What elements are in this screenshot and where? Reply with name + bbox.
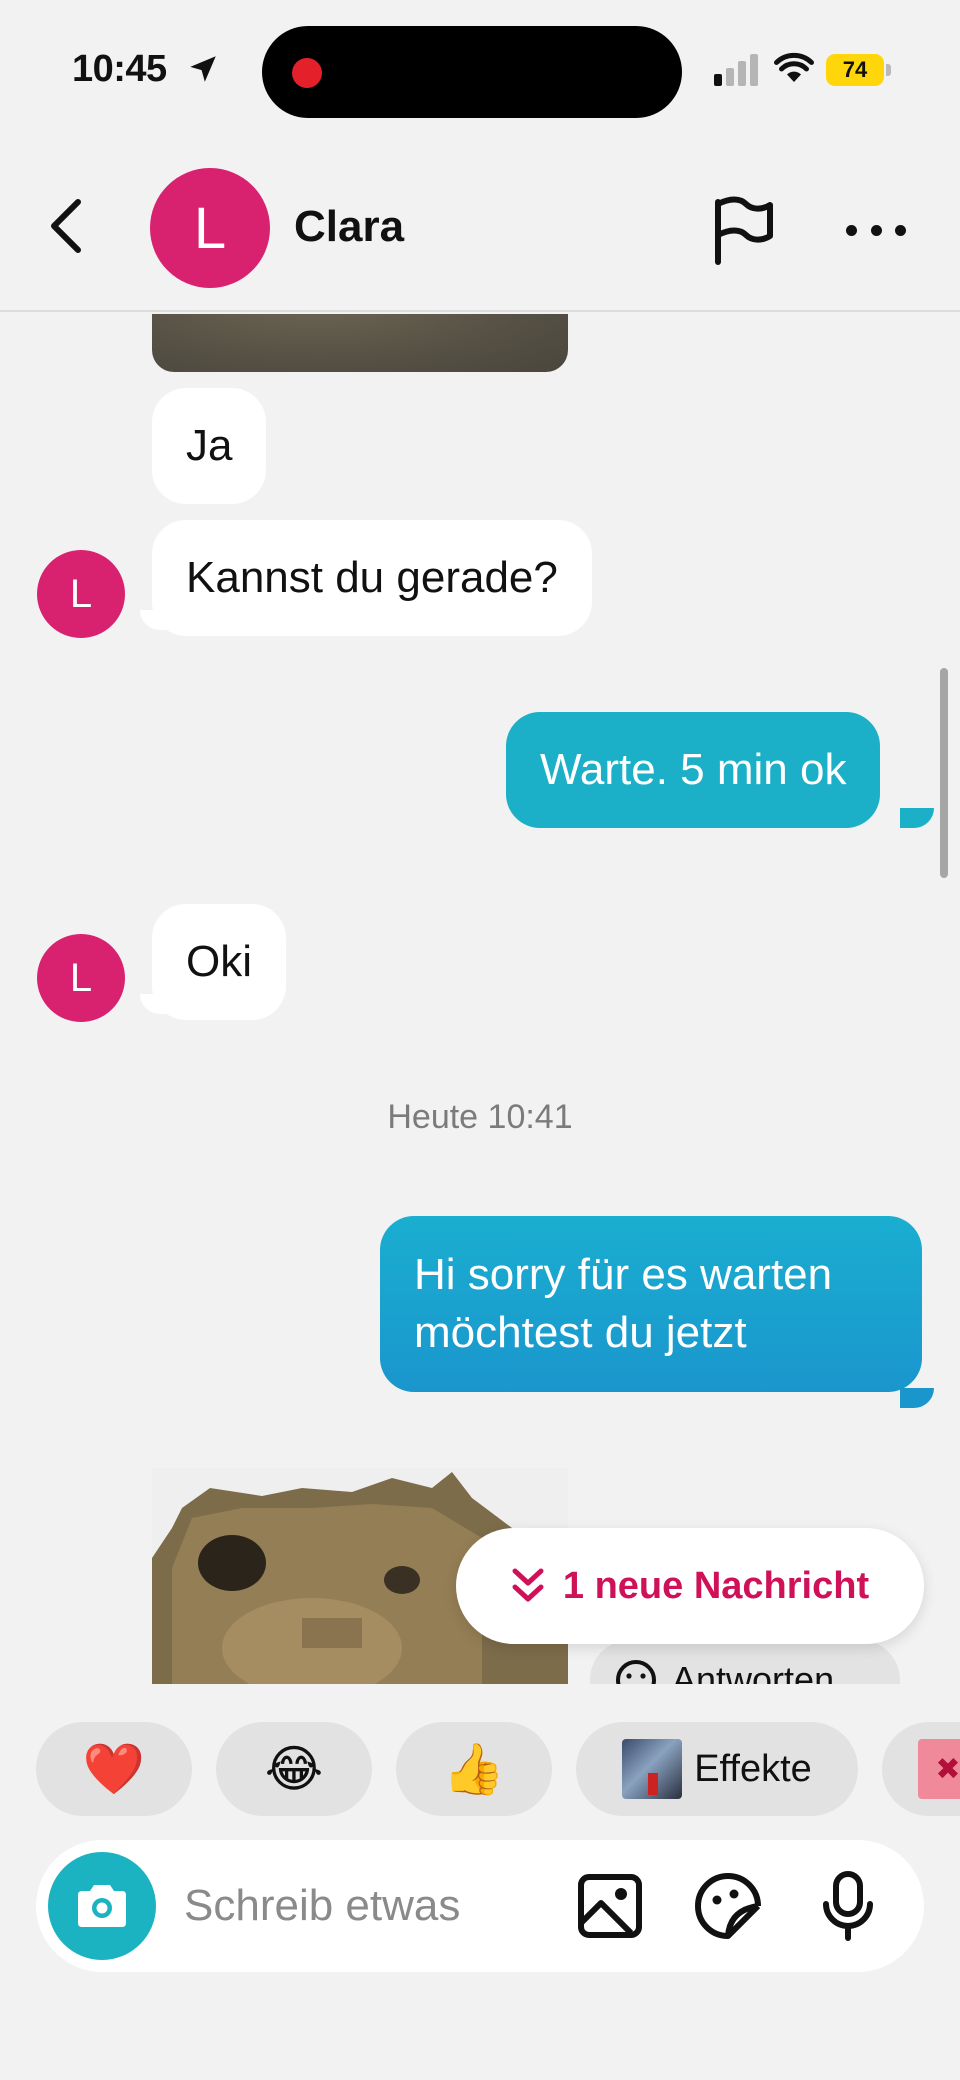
message-bubble-outgoing[interactable]: Warte. 5 min ok: [506, 712, 881, 828]
message-bubble-incoming[interactable]: Kannst du gerade?: [152, 520, 592, 636]
status-time: 10:45: [72, 48, 167, 90]
gallery-button[interactable]: [574, 1870, 646, 1942]
battery-cap: [886, 64, 891, 76]
cellular-signal-icon: [714, 54, 758, 86]
quick-reaction-bar: ❤️ 😂 👍 Effekte ✖: [0, 1722, 960, 1816]
reply-label: Antworten: [672, 1659, 835, 1684]
contact-avatar[interactable]: L: [150, 168, 270, 288]
new-message-button[interactable]: 1 neue Nachricht: [456, 1528, 924, 1644]
chevron-left-icon: [51, 199, 81, 253]
chat-header: L Clara: [0, 140, 960, 312]
more-dot-icon: [870, 224, 882, 236]
message-bubble-outgoing[interactable]: Hi sorry für es warten möchtest du jetzt: [380, 1216, 922, 1392]
effects-label: Effekte: [694, 1747, 812, 1790]
image-message-cat[interactable]: [152, 314, 568, 372]
sticker-button[interactable]: [692, 1870, 764, 1942]
voice-message-button[interactable]: [812, 1870, 884, 1942]
sender-avatar[interactable]: L: [37, 550, 125, 638]
laughing-emoji-icon: 😂: [264, 1741, 324, 1797]
message-composer: [36, 1840, 924, 1972]
more-options-button[interactable]: [840, 200, 912, 260]
back-button[interactable]: [40, 196, 92, 256]
recording-indicator-icon: [292, 58, 322, 88]
effects-button[interactable]: Effekte: [576, 1722, 858, 1816]
message-list[interactable]: Ja L Kannst du gerade? Warte. 5 min ok L…: [0, 314, 960, 1684]
image-gallery-icon: [578, 1874, 642, 1938]
contact-name[interactable]: Clara: [294, 202, 404, 252]
more-dot-icon: [846, 224, 857, 236]
message-bubble-incoming[interactable]: Ja: [152, 388, 267, 504]
effect-thumbnail-icon: [622, 1739, 683, 1799]
bubble-tail: [900, 1388, 934, 1408]
report-button[interactable]: [710, 196, 776, 266]
reply-button[interactable]: Antworten: [590, 1640, 900, 1684]
microphone-icon: [823, 1871, 873, 1941]
date-separator: Heute 10:41: [387, 1098, 573, 1136]
message-bubble-incoming[interactable]: Oki: [152, 904, 286, 1020]
reaction-laughing-button[interactable]: 😂: [216, 1722, 372, 1816]
sticker-icon: [695, 1873, 761, 1939]
status-bar: 10:45 74: [0, 0, 960, 140]
bubble-tail: [900, 808, 934, 828]
camera-icon: [78, 1885, 126, 1927]
double-chevron-down-icon: [512, 1568, 544, 1602]
battery-indicator: 74: [826, 54, 892, 86]
heart-emoji-icon: ❤️: [82, 1740, 146, 1797]
dynamic-island: [262, 26, 682, 118]
gift-effect-button[interactable]: ✖: [882, 1722, 960, 1816]
gift-ribbon-icon: ✖: [918, 1739, 960, 1799]
wifi-icon: [774, 52, 814, 82]
camera-button[interactable]: [48, 1852, 156, 1960]
more-dot-icon: [895, 224, 906, 236]
message-input[interactable]: [184, 1874, 564, 1938]
sender-avatar[interactable]: L: [37, 934, 125, 1022]
reply-face-icon: [616, 1660, 656, 1684]
battery-level: 74: [826, 54, 884, 86]
scrollbar[interactable]: [940, 668, 948, 878]
thumbs-up-emoji-icon: 👍: [442, 1740, 506, 1797]
reaction-thumbs-up-button[interactable]: 👍: [396, 1722, 552, 1816]
location-arrow-icon: [190, 56, 216, 82]
flag-icon: [715, 196, 773, 265]
new-message-label: 1 neue Nachricht: [562, 1564, 870, 1607]
reaction-heart-button[interactable]: ❤️: [36, 1722, 192, 1816]
